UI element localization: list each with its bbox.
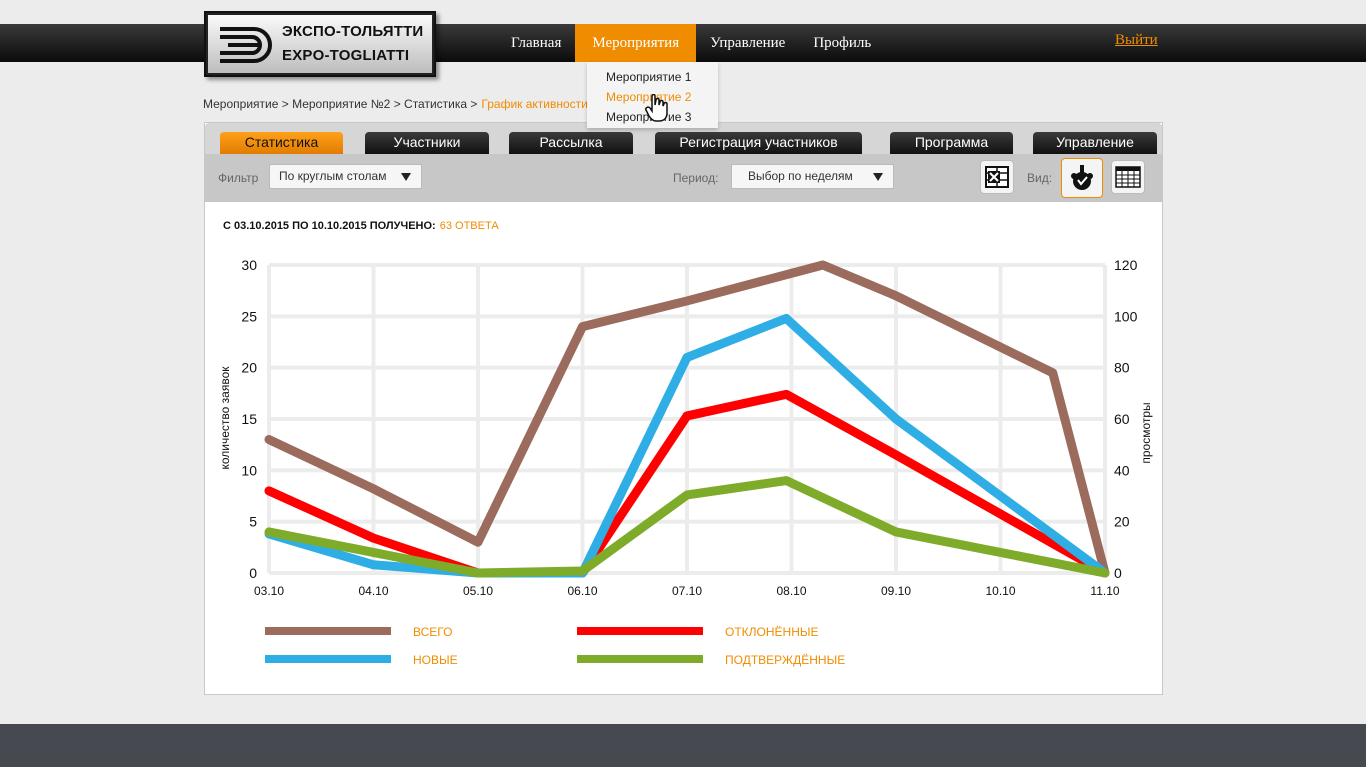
- logo-mark-icon: [220, 27, 272, 63]
- nav-home[interactable]: Главная: [497, 24, 575, 62]
- tab-management[interactable]: Управление: [1033, 132, 1157, 154]
- x-tick-label: 09.10: [881, 584, 911, 598]
- filter-select-value: По круглым столам: [279, 169, 387, 183]
- filter-select[interactable]: По круглым столам: [269, 164, 422, 189]
- nav-management[interactable]: Управление: [696, 24, 799, 62]
- y-tick-label: 20: [241, 360, 257, 376]
- view-label: Вид:: [1027, 171, 1053, 185]
- y2-tick-label: 80: [1114, 360, 1130, 376]
- period-select[interactable]: Выбор по неделям: [731, 164, 894, 189]
- legend-label: ОТКЛОНЁННЫЕ: [725, 625, 819, 639]
- chevron-down-icon: [873, 173, 883, 181]
- footer: [0, 724, 1366, 767]
- x-tick-label: 10.10: [985, 584, 1015, 598]
- legend-label: ПОДТВЕРЖДЁННЫЕ: [725, 653, 845, 667]
- breadcrumb: Мероприятие > Мероприятие №2 > Статистик…: [203, 97, 588, 111]
- y-axis-label: количество заявок: [218, 366, 232, 470]
- y2-tick-label: 60: [1114, 411, 1130, 427]
- y-tick-label: 30: [241, 257, 257, 273]
- x-tick-label: 05.10: [463, 584, 493, 598]
- y2-tick-label: 0: [1114, 565, 1122, 581]
- tab-program[interactable]: Программа: [890, 132, 1013, 154]
- logo-plate: ЭКСПО-ТОЛЬЯТТИ EXPO-TOGLIATTI: [208, 15, 432, 73]
- breadcrumb-current: График активности: [481, 97, 588, 111]
- x-tick-label: 03.10: [254, 584, 284, 598]
- y-tick-label: 5: [249, 514, 257, 530]
- site-logo[interactable]: ЭКСПО-ТОЛЬЯТТИ EXPO-TOGLIATTI: [204, 11, 436, 77]
- y2-tick-label: 100: [1114, 308, 1138, 324]
- tab-statistics[interactable]: Статистика: [220, 132, 343, 154]
- view-table-button[interactable]: [1111, 160, 1145, 194]
- filter-bar: Фильтр По круглым столам Период: Выбор п…: [205, 154, 1162, 202]
- period-select-value: Выбор по неделям: [748, 169, 853, 183]
- x-tick-label: 07.10: [672, 584, 702, 598]
- period-label: Период:: [673, 171, 719, 185]
- y-tick-label: 10: [241, 462, 257, 478]
- activity-chart: 03.10 04.10 05.10 06.10 07.10 08.10 09.10 10.10…: [218, 257, 1153, 667]
- dropdown-item-event-1[interactable]: Мероприятие 1: [587, 68, 718, 88]
- x-tick-label: 06.10: [567, 584, 597, 598]
- nav-profile[interactable]: Профиль: [799, 24, 885, 62]
- chart-ticks: 03.10 04.10 05.10 06.10 07.10 08.10 09.10 10.10…: [241, 257, 1137, 598]
- statistics-panel: Статистика Участники Рассылка Регистраци…: [204, 122, 1163, 695]
- view-chart-button[interactable]: [1061, 158, 1103, 198]
- y2-tick-label: 40: [1114, 462, 1130, 478]
- filter-label: Фильтр: [218, 171, 259, 185]
- legend-label: ВСЕГО: [413, 625, 452, 639]
- x-tick-label: 11.10: [1090, 584, 1119, 598]
- y2-axis-label: просмотры: [1139, 402, 1153, 463]
- chart-view-icon: [1071, 165, 1093, 190]
- excel-icon: [985, 166, 1009, 188]
- y-tick-label: 0: [249, 565, 257, 581]
- breadcrumb-path[interactable]: Мероприятие > Мероприятие №2 > Статистик…: [203, 97, 477, 111]
- tab-mailing[interactable]: Рассылка: [509, 132, 633, 154]
- logo-text-en: EXPO-TOGLIATTI: [282, 47, 410, 64]
- logo-text-ru: ЭКСПО-ТОЛЬЯТТИ: [282, 23, 424, 40]
- tab-registration[interactable]: Регистрация участников: [655, 132, 862, 154]
- y-tick-label: 15: [241, 411, 257, 427]
- table-view-icon: [1115, 166, 1141, 188]
- chevron-down-icon: [401, 173, 411, 181]
- logout-link[interactable]: Выйти: [1115, 32, 1158, 49]
- y2-tick-label: 20: [1114, 514, 1130, 530]
- export-excel-button[interactable]: [980, 160, 1014, 194]
- legend-label: НОВЫЕ: [413, 653, 458, 667]
- y-tick-label: 25: [241, 308, 257, 324]
- hand-cursor-icon: [645, 94, 668, 122]
- tab-participants[interactable]: Участники: [365, 132, 489, 154]
- nav-events[interactable]: Мероприятия: [575, 24, 697, 62]
- chart-legend: ВСЕГО ОТКЛОНЁННЫЕ НОВЫЕ ПОДТВЕРЖДЁННЫЕ: [265, 625, 845, 667]
- y2-tick-label: 120: [1114, 257, 1138, 273]
- x-tick-label: 08.10: [776, 584, 806, 598]
- x-tick-label: 04.10: [358, 584, 388, 598]
- main-nav: Главная Мероприятия Управление Профиль: [497, 24, 885, 62]
